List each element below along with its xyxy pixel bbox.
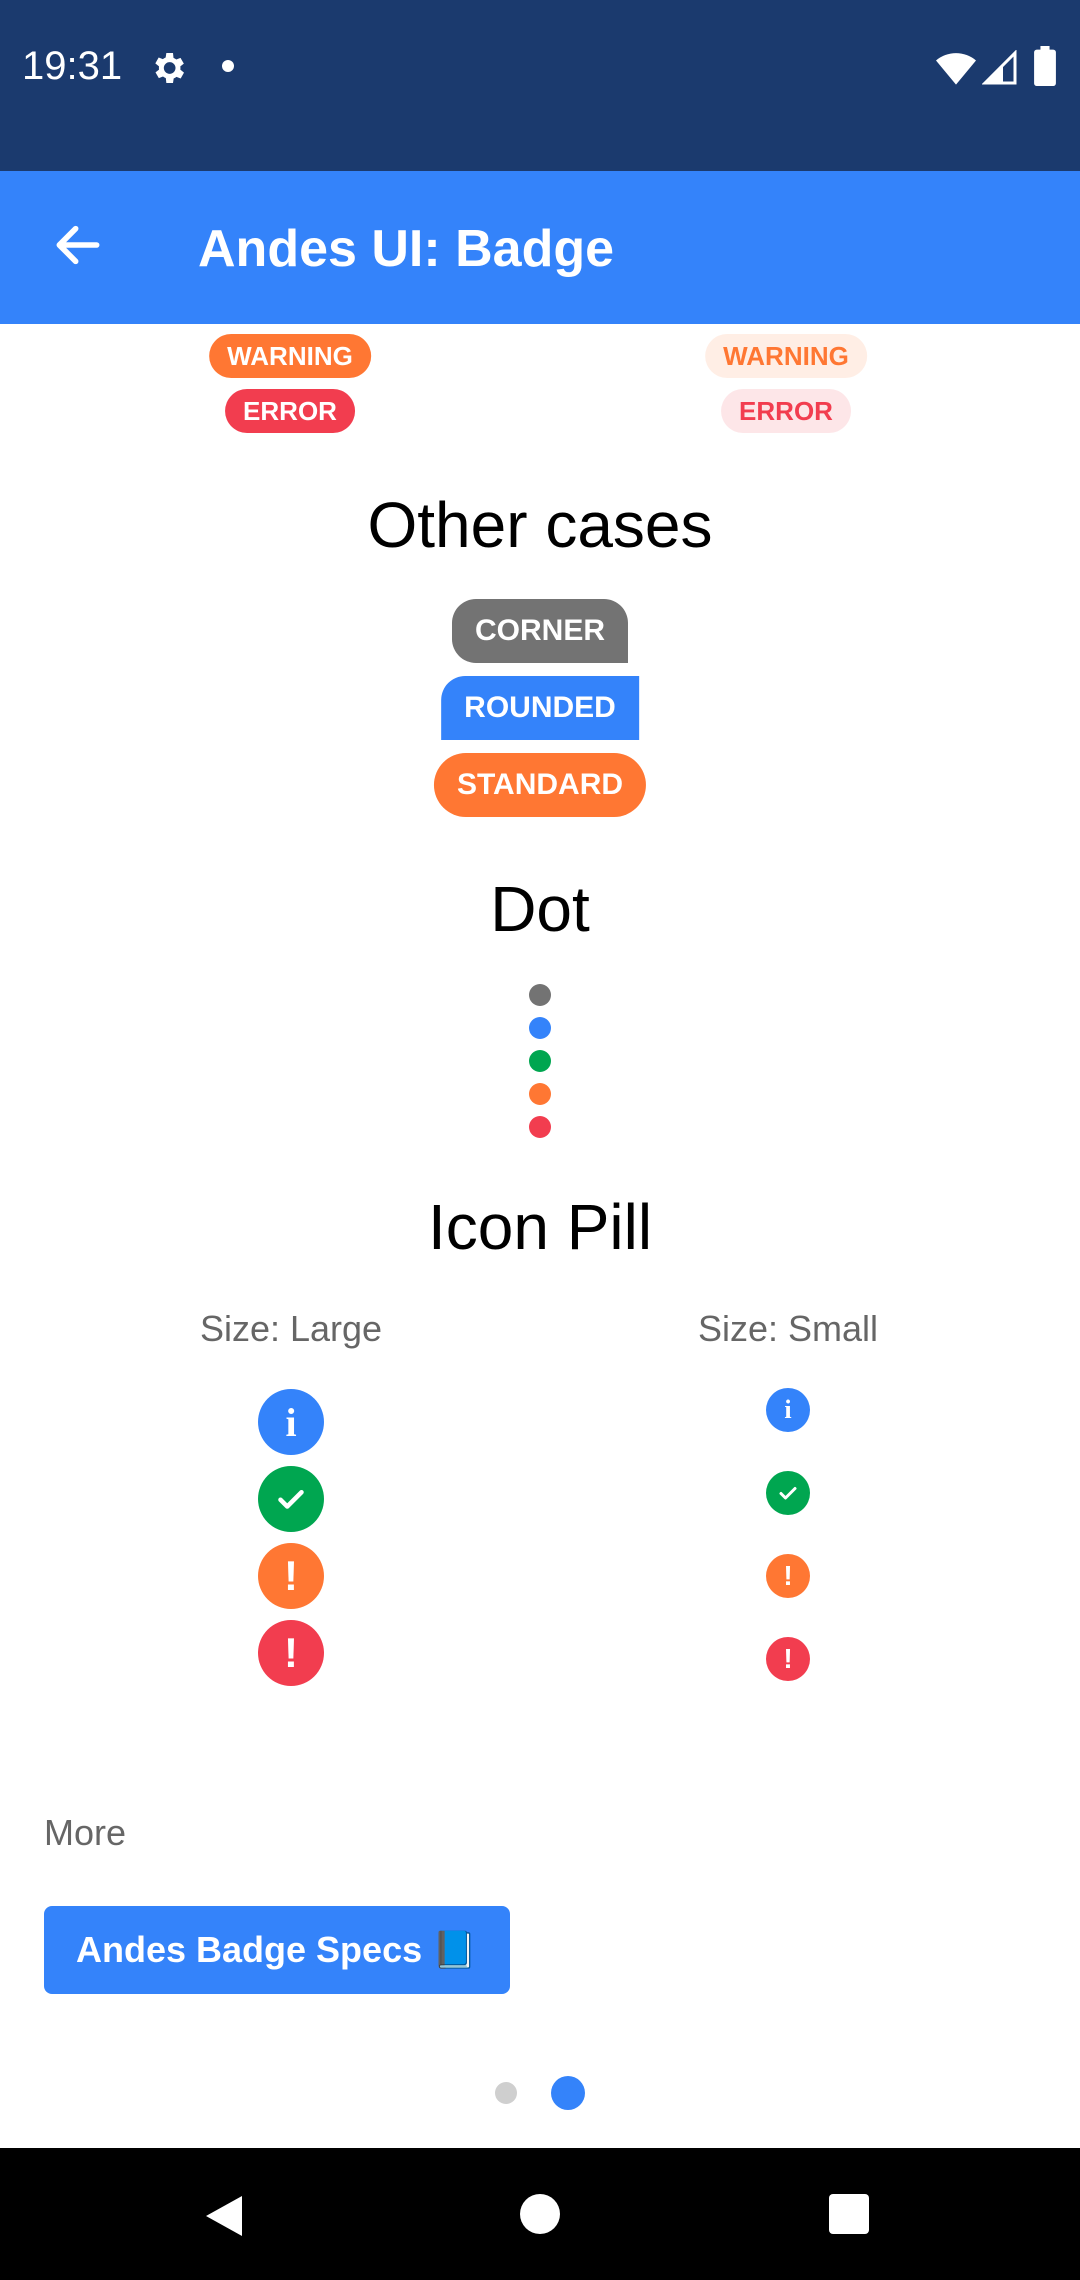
app-bar: Andes UI: Badge — [0, 171, 1080, 324]
warning-pill-small: ! — [766, 1554, 810, 1598]
warning-pill-large: ! — [258, 1543, 324, 1609]
andes-badge-specs-button[interactable]: Andes Badge Specs 📘 — [44, 1906, 510, 1994]
badge-standard: STANDARD — [433, 753, 647, 817]
info-icon: i — [784, 1395, 792, 1424]
more-label: More — [44, 1812, 127, 1853]
specs-button-label: Andes Badge Specs 📘 — [76, 1929, 477, 1970]
app-title: Andes UI: Badge — [198, 220, 615, 278]
exclamation-icon: ! — [284, 1629, 298, 1676]
badge-warning-quiet: WARNING — [705, 334, 867, 378]
exclamation-icon: ! — [284, 1552, 298, 1599]
info-pill-small: i — [766, 1388, 810, 1432]
check-icon — [278, 1490, 304, 1509]
dot-neutral — [529, 984, 551, 1006]
icon-pill-heading: Icon Pill — [427, 1191, 653, 1263]
cell-signal-icon — [982, 50, 1017, 85]
size-small-label: Size: Small — [697, 1308, 879, 1349]
status-bar: 19:31 — [0, 0, 1080, 171]
badge-corner: CORNER — [451, 599, 629, 663]
notification-dot-icon — [222, 60, 234, 72]
badge-error-loud: ERROR — [225, 389, 355, 433]
nav-recents-icon[interactable] — [829, 2194, 869, 2234]
nav-home-icon[interactable] — [520, 2194, 560, 2234]
status-time: 19:31 — [22, 44, 123, 88]
badge-rounded: ROUNDED — [441, 676, 639, 740]
dot-success — [529, 1050, 551, 1072]
dot-heading: Dot — [490, 873, 590, 945]
size-large-label: Size: Large — [199, 1308, 383, 1349]
settings-icon — [155, 53, 184, 83]
info-pill-large: i — [258, 1389, 324, 1455]
page-indicator-2[interactable] — [551, 2076, 585, 2110]
info-icon: i — [285, 1399, 297, 1445]
exclamation-icon: ! — [783, 1560, 793, 1591]
back-arrow-icon[interactable] — [50, 217, 106, 273]
battery-icon — [1034, 46, 1056, 86]
dot-error — [529, 1116, 551, 1138]
page-indicator-1[interactable] — [495, 2082, 517, 2104]
success-pill-small — [766, 1471, 810, 1515]
dot-warning — [529, 1083, 551, 1105]
check-icon — [779, 1487, 797, 1500]
error-pill-small: ! — [766, 1637, 810, 1681]
exclamation-icon: ! — [783, 1643, 793, 1674]
badge-error-quiet: ERROR — [721, 389, 851, 433]
badge-warning-loud: WARNING — [209, 334, 371, 378]
error-pill-large: ! — [258, 1620, 324, 1686]
success-pill-large — [258, 1466, 324, 1532]
nav-back-icon[interactable] — [202, 2192, 246, 2240]
other-cases-heading: Other cases — [367, 489, 713, 561]
dot-accent — [529, 1017, 551, 1039]
navigation-bar — [0, 2148, 1080, 2280]
wifi-icon — [936, 53, 976, 85]
